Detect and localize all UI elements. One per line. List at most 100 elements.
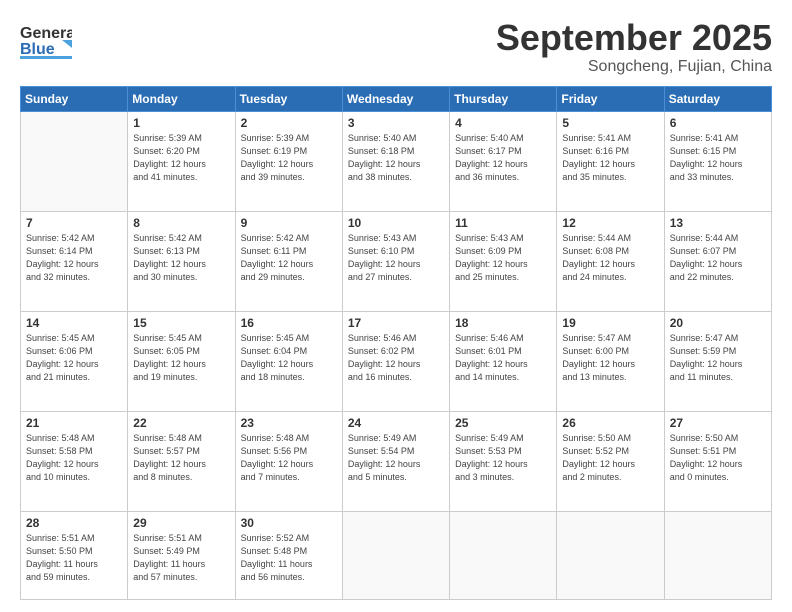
day-number: 8 bbox=[133, 216, 229, 230]
day-info: Sunrise: 5:49 AMSunset: 5:53 PMDaylight:… bbox=[455, 432, 551, 484]
day-number: 20 bbox=[670, 316, 766, 330]
day-number: 15 bbox=[133, 316, 229, 330]
table-row: 26 Sunrise: 5:50 AMSunset: 5:52 PMDayligh… bbox=[557, 412, 664, 512]
day-info: Sunrise: 5:48 AMSunset: 5:57 PMDaylight:… bbox=[133, 432, 229, 484]
day-info: Sunrise: 5:50 AMSunset: 5:51 PMDaylight:… bbox=[670, 432, 766, 484]
table-row: 22 Sunrise: 5:48 AMSunset: 5:57 PMDayligh… bbox=[128, 412, 235, 512]
col-friday: Friday bbox=[557, 86, 664, 111]
table-row: 25 Sunrise: 5:49 AMSunset: 5:53 PMDayligh… bbox=[450, 412, 557, 512]
table-row: 15Sunrise: 5:45 AMSunset: 6:05 PMDayligh… bbox=[128, 311, 235, 411]
day-info: Sunrise: 5:47 AMSunset: 5:59 PMDaylight:… bbox=[670, 332, 766, 384]
day-number: 26 bbox=[562, 416, 658, 430]
day-info: Sunrise: 5:42 AMSunset: 6:11 PMDaylight:… bbox=[241, 232, 337, 284]
header: General Blue September 2025 Songcheng, F… bbox=[20, 18, 772, 76]
col-tuesday: Tuesday bbox=[235, 86, 342, 111]
day-info: Sunrise: 5:44 AMSunset: 6:07 PMDaylight:… bbox=[670, 232, 766, 284]
table-row: 10 Sunrise: 5:43 AMSunset: 6:10 PMDayligh… bbox=[342, 211, 449, 311]
day-info: Sunrise: 5:45 AMSunset: 6:04 PMDaylight:… bbox=[241, 332, 337, 384]
logo: General Blue bbox=[20, 18, 72, 62]
day-number: 9 bbox=[241, 216, 337, 230]
day-number: 11 bbox=[455, 216, 551, 230]
table-row bbox=[664, 512, 771, 600]
table-row: 19 Sunrise: 5:47 AMSunset: 6:00 PMDayligh… bbox=[557, 311, 664, 411]
col-thursday: Thursday bbox=[450, 86, 557, 111]
day-number: 17 bbox=[348, 316, 444, 330]
location-subtitle: Songcheng, Fujian, China bbox=[496, 58, 772, 76]
day-info: Sunrise: 5:46 AMSunset: 6:02 PMDaylight:… bbox=[348, 332, 444, 384]
day-number: 19 bbox=[562, 316, 658, 330]
table-row: 23 Sunrise: 5:48 AMSunset: 5:56 PMDayligh… bbox=[235, 412, 342, 512]
day-info: Sunrise: 5:41 AMSunset: 6:16 PMDaylight:… bbox=[562, 132, 658, 184]
day-number: 1 bbox=[133, 116, 229, 130]
day-number: 2 bbox=[241, 116, 337, 130]
table-row: 30 Sunrise: 5:52 AMSunset: 5:48 PMDayligh… bbox=[235, 512, 342, 600]
day-info: Sunrise: 5:46 AMSunset: 6:01 PMDaylight:… bbox=[455, 332, 551, 384]
table-row: 24 Sunrise: 5:49 AMSunset: 5:54 PMDayligh… bbox=[342, 412, 449, 512]
table-row: 14Sunrise: 5:45 AMSunset: 6:06 PMDayligh… bbox=[21, 311, 128, 411]
table-row: 5 Sunrise: 5:41 AMSunset: 6:16 PMDaylight… bbox=[557, 111, 664, 211]
day-number: 13 bbox=[670, 216, 766, 230]
day-info: Sunrise: 5:52 AMSunset: 5:48 PMDaylight:… bbox=[241, 532, 337, 584]
col-monday: Monday bbox=[128, 86, 235, 111]
day-number: 18 bbox=[455, 316, 551, 330]
table-row: 20 Sunrise: 5:47 AMSunset: 5:59 PMDayligh… bbox=[664, 311, 771, 411]
day-info: Sunrise: 5:49 AMSunset: 5:54 PMDaylight:… bbox=[348, 432, 444, 484]
day-number: 12 bbox=[562, 216, 658, 230]
day-info: Sunrise: 5:40 AMSunset: 6:17 PMDaylight:… bbox=[455, 132, 551, 184]
day-number: 7 bbox=[26, 216, 122, 230]
day-info: Sunrise: 5:51 AMSunset: 5:50 PMDaylight:… bbox=[26, 532, 122, 584]
table-row: 29 Sunrise: 5:51 AMSunset: 5:49 PMDayligh… bbox=[128, 512, 235, 600]
day-info: Sunrise: 5:42 AMSunset: 6:13 PMDaylight:… bbox=[133, 232, 229, 284]
table-row: 9 Sunrise: 5:42 AMSunset: 6:11 PMDaylight… bbox=[235, 211, 342, 311]
table-row bbox=[450, 512, 557, 600]
day-info: Sunrise: 5:42 AMSunset: 6:14 PMDaylight:… bbox=[26, 232, 122, 284]
day-info: Sunrise: 5:44 AMSunset: 6:08 PMDaylight:… bbox=[562, 232, 658, 284]
day-info: Sunrise: 5:43 AMSunset: 6:09 PMDaylight:… bbox=[455, 232, 551, 284]
day-number: 27 bbox=[670, 416, 766, 430]
day-number: 30 bbox=[241, 516, 337, 530]
table-row: 7 Sunrise: 5:42 AMSunset: 6:14 PMDaylight… bbox=[21, 211, 128, 311]
day-info: Sunrise: 5:41 AMSunset: 6:15 PMDaylight:… bbox=[670, 132, 766, 184]
table-row: 27 Sunrise: 5:50 AMSunset: 5:51 PMDayligh… bbox=[664, 412, 771, 512]
table-row: 21Sunrise: 5:48 AMSunset: 5:58 PMDayligh… bbox=[21, 412, 128, 512]
day-info: Sunrise: 5:48 AMSunset: 5:56 PMDaylight:… bbox=[241, 432, 337, 484]
day-number: 28 bbox=[26, 516, 122, 530]
table-row: 18 Sunrise: 5:46 AMSunset: 6:01 PMDayligh… bbox=[450, 311, 557, 411]
day-number: 4 bbox=[455, 116, 551, 130]
day-number: 29 bbox=[133, 516, 229, 530]
day-number: 25 bbox=[455, 416, 551, 430]
month-title: September 2025 bbox=[496, 18, 772, 58]
col-wednesday: Wednesday bbox=[342, 86, 449, 111]
day-number: 3 bbox=[348, 116, 444, 130]
day-info: Sunrise: 5:47 AMSunset: 6:00 PMDaylight:… bbox=[562, 332, 658, 384]
calendar-header-row: Sunday Monday Tuesday Wednesday Thursday… bbox=[21, 86, 772, 111]
table-row bbox=[557, 512, 664, 600]
svg-text:Blue: Blue bbox=[20, 41, 55, 58]
day-number: 23 bbox=[241, 416, 337, 430]
day-number: 16 bbox=[241, 316, 337, 330]
logo-icon: General Blue bbox=[20, 18, 72, 62]
day-number: 5 bbox=[562, 116, 658, 130]
day-info: Sunrise: 5:45 AMSunset: 6:06 PMDaylight:… bbox=[26, 332, 122, 384]
day-info: Sunrise: 5:43 AMSunset: 6:10 PMDaylight:… bbox=[348, 232, 444, 284]
day-info: Sunrise: 5:39 AMSunset: 6:20 PMDaylight:… bbox=[133, 132, 229, 184]
table-row: 3 Sunrise: 5:40 AMSunset: 6:18 PMDaylight… bbox=[342, 111, 449, 211]
table-row: 13 Sunrise: 5:44 AMSunset: 6:07 PMDayligh… bbox=[664, 211, 771, 311]
table-row: 12 Sunrise: 5:44 AMSunset: 6:08 PMDayligh… bbox=[557, 211, 664, 311]
day-number: 10 bbox=[348, 216, 444, 230]
day-number: 22 bbox=[133, 416, 229, 430]
calendar-table: Sunday Monday Tuesday Wednesday Thursday… bbox=[20, 86, 772, 600]
svg-text:General: General bbox=[20, 25, 72, 42]
page: General Blue September 2025 Songcheng, F… bbox=[0, 0, 792, 612]
col-saturday: Saturday bbox=[664, 86, 771, 111]
day-info: Sunrise: 5:51 AMSunset: 5:49 PMDaylight:… bbox=[133, 532, 229, 584]
day-info: Sunrise: 5:40 AMSunset: 6:18 PMDaylight:… bbox=[348, 132, 444, 184]
table-row: 17 Sunrise: 5:46 AMSunset: 6:02 PMDayligh… bbox=[342, 311, 449, 411]
day-info: Sunrise: 5:50 AMSunset: 5:52 PMDaylight:… bbox=[562, 432, 658, 484]
table-row bbox=[342, 512, 449, 600]
day-info: Sunrise: 5:39 AMSunset: 6:19 PMDaylight:… bbox=[241, 132, 337, 184]
table-row: 4 Sunrise: 5:40 AMSunset: 6:17 PMDaylight… bbox=[450, 111, 557, 211]
day-number: 24 bbox=[348, 416, 444, 430]
day-number: 21 bbox=[26, 416, 122, 430]
col-sunday: Sunday bbox=[21, 86, 128, 111]
